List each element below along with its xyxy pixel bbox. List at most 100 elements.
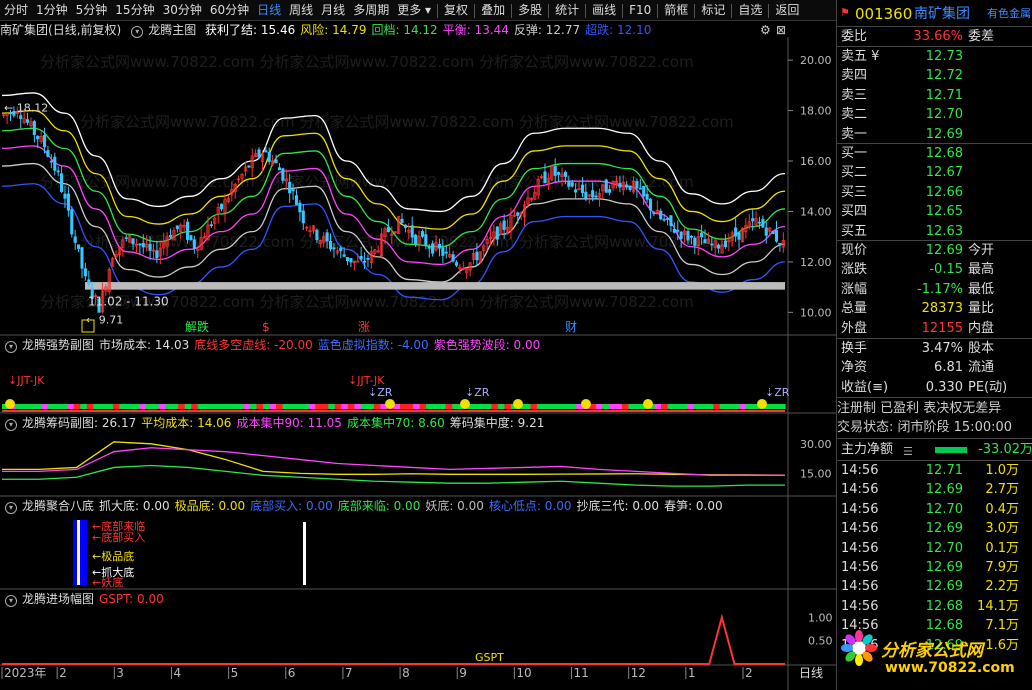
candle-body — [700, 232, 704, 238]
ticks-row-7: 14:56 12.68 14.1万 — [837, 597, 1032, 616]
period-tab-2[interactable]: 5分钟 — [72, 0, 112, 20]
candle-body — [80, 247, 84, 269]
sub1Labels-item-0: 市场成本: 14.03 — [99, 338, 190, 352]
strength-cell — [719, 404, 727, 409]
mainLabels-item-5: 超跌: 12.10 — [585, 23, 652, 37]
strength-cell — [315, 404, 323, 409]
period-tab-4[interactable]: 30分钟 — [159, 0, 206, 20]
strength-cell — [86, 404, 94, 409]
strength-cell — [726, 404, 734, 409]
tool-button-0[interactable]: 复权 — [440, 0, 472, 20]
tool-button-4[interactable]: 画线 — [588, 0, 620, 20]
ticks-row-3: 14:56 12.69 3.0万 — [837, 519, 1032, 538]
candle-body — [155, 250, 159, 259]
candle-body — [475, 251, 479, 261]
sub1-name[interactable]: 龙腾强势副图 — [22, 338, 94, 352]
chevron-down-icon[interactable]: ▾ — [5, 502, 17, 514]
bottom-signal-bar — [303, 522, 306, 585]
bid-price: 12.68 — [925, 146, 963, 161]
list-icon[interactable]: ☰ — [903, 442, 913, 461]
bottom-signal-bar — [77, 520, 80, 585]
strength-cell — [197, 404, 205, 409]
watermark-title: 分析家公式网 — [881, 641, 983, 661]
candle-body — [53, 156, 57, 171]
strength-cell — [524, 404, 532, 409]
candle-body — [642, 185, 646, 197]
sector-label[interactable]: 有色金属 — [987, 3, 1031, 25]
sub2Labels-item-0: : 26.17 — [94, 416, 137, 430]
strength-cell — [158, 404, 166, 409]
period-tab-0[interactable]: 分时 — [0, 0, 32, 20]
bid-price: 12.66 — [925, 184, 963, 200]
candle-body — [764, 227, 768, 236]
x-tick-label: 2 — [59, 666, 67, 680]
bids-row-4: 买五 12.63 — [837, 222, 1032, 241]
sub2-name[interactable]: 龙腾筹码副图 — [22, 416, 94, 430]
x-tick-label: 6 — [288, 666, 296, 680]
tick-volume: 0.1万 — [985, 540, 1019, 556]
period-tab-3[interactable]: 15分钟 — [111, 0, 158, 20]
period-indicator[interactable]: 日线 — [799, 666, 823, 680]
sub1Labels-item-3: 紫色强势波段: 0.00 — [433, 338, 541, 352]
candle-body — [652, 212, 656, 215]
tool-button-5[interactable]: F10 — [625, 0, 655, 20]
period-tab-10[interactable]: 更多 ▾ — [393, 0, 435, 20]
period-tab-6[interactable]: 日线 — [253, 0, 285, 20]
tool-button-2[interactable]: 多股 — [514, 0, 546, 20]
mainLabels-item-0: 获利了结: 15.46 — [205, 23, 296, 37]
candle-body — [737, 232, 741, 240]
strength-cell — [439, 404, 447, 409]
y-tick-label: 20.00 — [800, 54, 832, 67]
tool-button-3[interactable]: 统计 — [551, 0, 583, 20]
sub2Labels-item-3: 成本集中70: 8.60 — [346, 416, 445, 430]
chevron-down-icon[interactable]: ▾ — [5, 341, 17, 353]
strength-cell — [21, 404, 29, 409]
chevron-down-icon[interactable]: ▾ — [5, 419, 17, 431]
period-tab-9[interactable]: 多周期 — [349, 0, 393, 20]
sub3Labels-item-7: 春笋: 0.00 — [664, 499, 723, 513]
sub4-name[interactable]: 龙腾进场幅图 — [22, 592, 94, 606]
x-tick-label: 2 — [745, 666, 753, 680]
range-bar — [85, 282, 785, 290]
tick-price: 12.68 — [925, 598, 963, 614]
sub4-header: ▾ 龙腾进场幅图 GSPT: 0.00 — [0, 590, 790, 608]
sub3Labels-item-3: 底部来临: 0.00 — [337, 499, 421, 513]
tool-button-1[interactable]: 叠加 — [477, 0, 509, 20]
period-tab-5[interactable]: 60分钟 — [206, 0, 253, 20]
candle-body — [138, 243, 142, 246]
signal-marker-2: 涨 — [358, 319, 370, 334]
chevron-down-icon[interactable]: ▾ — [5, 595, 17, 607]
stats-row-0: 现价 12.69 今开 — [837, 241, 1032, 260]
strength-cell — [621, 404, 629, 409]
candle-body — [604, 179, 608, 193]
sub3-tag-4: ←妖底 — [92, 575, 123, 589]
period-tab-1[interactable]: 1分钟 — [32, 0, 72, 20]
strength-cell — [145, 404, 153, 409]
candle-body — [437, 243, 442, 249]
sub1Labels-item-2: 蓝色虚拟指数: -4.00 — [317, 338, 429, 352]
sub1-header: ▾ 龙腾强势副图 市场成本: 14.03 底线多空虚线: -20.00 蓝色虚拟指数: … — [0, 336, 790, 354]
period-tab-7[interactable]: 周线 — [285, 0, 317, 20]
candle-body — [635, 181, 639, 189]
tool-button-8[interactable]: 自选 — [734, 0, 766, 20]
trade-state: 交易状态: 闭市阶段 15:00:00 — [837, 420, 1013, 435]
candle-body — [757, 221, 762, 224]
sub3-name[interactable]: 龙腾聚合八底 — [22, 499, 94, 513]
tool-button-7[interactable]: 标记 — [697, 0, 729, 20]
stats-row-4: 外盘 12155 内盘 — [837, 319, 1032, 338]
indicator-name[interactable]: 龙腾主图 — [148, 23, 196, 37]
band-line-0 — [1, 92, 786, 213]
period-tab-8[interactable]: 月线 — [317, 0, 349, 20]
candle-body — [761, 218, 765, 228]
bid-label: 买一 — [841, 146, 868, 161]
tick-volume: 2.2万 — [985, 579, 1019, 595]
tool-button-9[interactable]: 返回 — [771, 0, 803, 20]
tool-button-6[interactable]: 箭框 — [660, 0, 692, 20]
signal-marker-1: $ — [262, 320, 270, 334]
strength-cell — [276, 404, 284, 409]
candle-body — [686, 231, 690, 241]
strength-cell — [184, 404, 192, 409]
smile-icon — [513, 399, 523, 409]
candle-body — [175, 225, 179, 230]
strength-cell — [537, 404, 545, 409]
